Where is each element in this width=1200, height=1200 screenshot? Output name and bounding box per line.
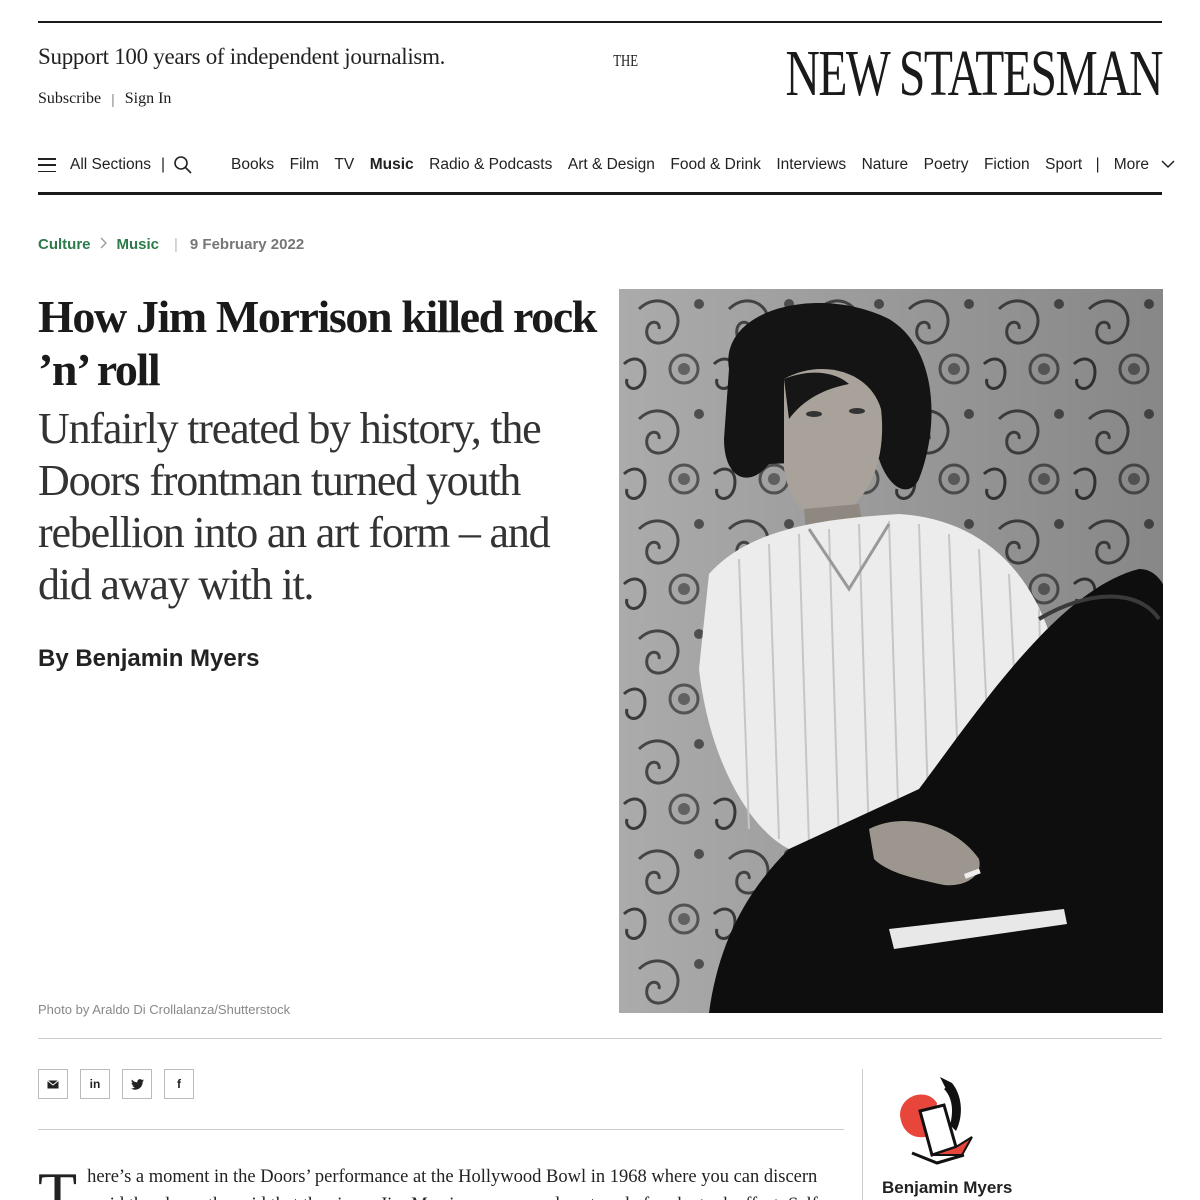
photo-caption: Photo by Araldo Di Crollalanza/Shutterst… [38,1002,291,1017]
nav-item-art-design[interactable]: Art & Design [568,156,655,174]
nav-item-poetry[interactable]: Poetry [924,156,969,174]
article-body-paragraph: here’s a moment in the Doors’ performanc… [87,1167,824,1200]
support-tagline: Support 100 years of independent journal… [38,44,446,69]
account-separator: | [111,91,115,107]
twitter-icon[interactable] [122,1069,152,1099]
publish-date: 9 February 2022 [189,236,305,253]
search-icon[interactable] [173,155,193,175]
chevron-right-icon [100,236,108,253]
nav-item-film[interactable]: Film [290,156,319,174]
article-byline[interactable]: By Benjamin Myers [38,645,259,673]
article-headline: How Jim Morrison killed rock ’n’ roll [38,291,597,395]
nav-item-books[interactable]: Books [231,156,274,174]
nav-rule [38,192,1162,195]
breadcrumb-music[interactable]: Music [117,236,160,253]
nav-more-button[interactable]: More [1114,156,1149,174]
author-name[interactable]: Benjamin Myers [882,1178,1012,1198]
chevron-down-icon[interactable] [1161,156,1175,174]
nav-item-tv[interactable]: TV [334,156,354,174]
share-buttons: in f [38,1069,194,1099]
linkedin-icon[interactable]: in [80,1069,110,1099]
share-divider [38,1129,844,1130]
subscribe-link[interactable]: Subscribe [38,90,101,108]
logo-name: NEW STATESMAN [785,37,1163,110]
breadcrumb-separator: | [174,236,178,253]
nav-item-nature[interactable]: Nature [862,156,909,174]
site-logo[interactable]: THE NEW STATESMAN [605,37,1163,110]
breadcrumb: Culture Music | 9 February 2022 [38,236,304,253]
nav-item-interviews[interactable]: Interviews [776,156,846,174]
facebook-icon[interactable]: f [164,1069,194,1099]
article-body: T here’s a moment in the Doors’ performa… [38,1163,844,1200]
all-sections-button[interactable]: All Sections [70,156,151,174]
drop-cap: T [38,1159,78,1200]
section-divider [38,1038,1162,1039]
menu-icon[interactable] [38,158,56,172]
email-icon[interactable] [38,1069,68,1099]
nav-item-sport[interactable]: Sport [1045,156,1082,174]
nav-more-separator: | [1095,156,1100,173]
nav-separator: | [160,156,166,173]
breadcrumb-culture[interactable]: Culture [38,236,91,253]
account-links: Subscribe | Sign In [38,90,171,108]
article-standfirst: Unfairly treated by history, the Doors f… [38,404,551,609]
article-photo [619,289,1163,1013]
nav-item-music[interactable]: Music [370,156,414,174]
sign-in-link[interactable]: Sign In [125,90,172,108]
logo-the: THE [613,51,638,71]
top-rule [38,21,1162,23]
nav-item-food-drink[interactable]: Food & Drink [670,156,760,174]
section-nav: All Sections | Books Film TV Music Radio… [38,150,1200,180]
author-illustration [892,1075,982,1172]
column-divider [862,1069,863,1200]
nav-item-fiction[interactable]: Fiction [984,156,1030,174]
nav-item-radio-podcasts[interactable]: Radio & Podcasts [429,156,552,174]
